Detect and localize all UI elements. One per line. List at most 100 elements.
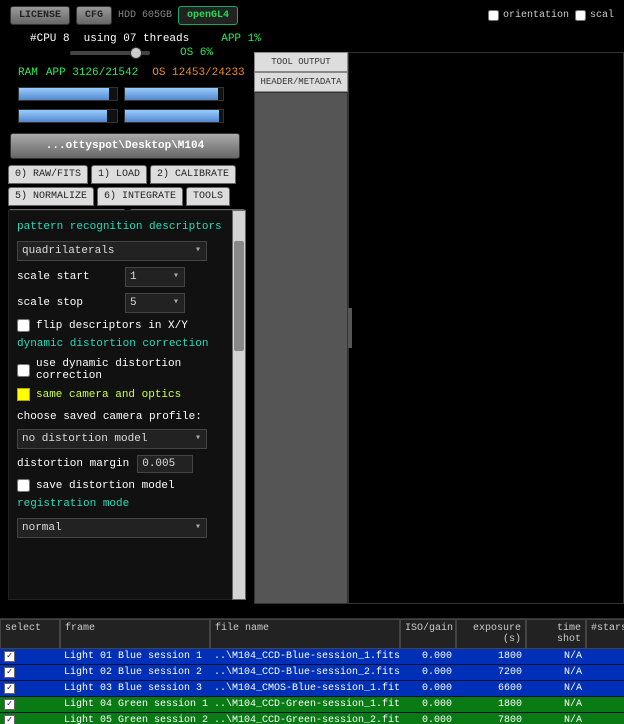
section-registration-mode: registration mode bbox=[17, 498, 225, 510]
usage-bar-3 bbox=[18, 109, 118, 123]
row-select-cell[interactable]: ✓ bbox=[0, 665, 60, 681]
same-camera-checkbox[interactable] bbox=[17, 388, 30, 401]
usage-bar-4 bbox=[124, 109, 224, 123]
flip-descriptors-checkbox[interactable] bbox=[17, 319, 30, 332]
use-dynamic-distortion-checkbox[interactable] bbox=[17, 364, 30, 377]
row-exposure: 1800 bbox=[456, 697, 526, 713]
tab-load[interactable]: 1) LOAD bbox=[91, 165, 147, 184]
row-frame: Light 03 Blue session 3 bbox=[60, 681, 210, 697]
row-exposure: 7200 bbox=[456, 665, 526, 681]
th-file[interactable]: file name bbox=[210, 619, 400, 649]
tab-raw-fits[interactable]: 0) RAW/FITS bbox=[8, 165, 88, 184]
save-distortion-label: save distortion model bbox=[36, 480, 175, 492]
tool-output-tab[interactable]: TOOL OUTPUT bbox=[254, 52, 348, 72]
tab-normalize[interactable]: 5) NORMALIZE bbox=[8, 187, 94, 206]
orientation-label: orientation bbox=[503, 10, 569, 21]
camera-profile-select[interactable]: no distortion model bbox=[17, 429, 207, 449]
orientation-input[interactable] bbox=[488, 10, 499, 21]
row-exposure: 6600 bbox=[456, 681, 526, 697]
distortion-margin-label: distortion margin bbox=[17, 458, 129, 470]
row-iso: 0.000 bbox=[400, 681, 456, 697]
scale-input[interactable] bbox=[575, 10, 586, 21]
preview-area[interactable] bbox=[348, 52, 624, 604]
row-exposure: 1800 bbox=[456, 649, 526, 665]
row-frame: Light 01 Blue session 1 bbox=[60, 649, 210, 665]
table-row[interactable]: ✓Light 02 Blue session 2..\M104_CCD-Blue… bbox=[0, 665, 624, 681]
scale-checkbox[interactable]: scal bbox=[575, 10, 614, 21]
tab-calibrate[interactable]: 2) CALIBRATE bbox=[150, 165, 236, 184]
scale-start-select[interactable]: 1 bbox=[125, 267, 185, 287]
distortion-margin-input[interactable] bbox=[137, 455, 193, 473]
row-time: N/A bbox=[526, 713, 586, 724]
threads-label: using 07 threads bbox=[84, 33, 190, 45]
panel-scrollbar[interactable] bbox=[232, 210, 246, 600]
row-select-cell[interactable]: ✓ bbox=[0, 713, 60, 724]
registration-mode-select[interactable]: normal bbox=[17, 518, 207, 538]
orientation-checkbox[interactable]: orientation bbox=[488, 10, 569, 21]
scale-stop-select[interactable]: 5 bbox=[125, 293, 185, 313]
th-stars[interactable]: #stars bbox=[586, 619, 624, 649]
register-panel: pattern recognition descriptors quadrila… bbox=[8, 210, 234, 600]
side-panel-filler bbox=[254, 92, 348, 604]
th-iso[interactable]: ISO/gain bbox=[400, 619, 456, 649]
ram-label: RAM bbox=[18, 67, 38, 79]
ram-app: APP 3126/21542 bbox=[46, 67, 138, 79]
row-file: ..\M104_CCD-Green-session_2.fits bbox=[210, 713, 400, 724]
row-select-cell[interactable]: ✓ bbox=[0, 697, 60, 713]
row-select-cell[interactable]: ✓ bbox=[0, 649, 60, 665]
same-camera-label: same camera and optics bbox=[36, 389, 181, 401]
app-cpu: APP 1% bbox=[221, 33, 261, 45]
choose-profile-label: choose saved camera profile: bbox=[17, 411, 225, 423]
row-stars bbox=[586, 665, 624, 681]
panel-scrollbar-thumb[interactable] bbox=[234, 241, 244, 351]
th-select[interactable]: select bbox=[0, 619, 60, 649]
row-time: N/A bbox=[526, 649, 586, 665]
row-stars bbox=[586, 713, 624, 724]
flip-descriptors-label: flip descriptors in X/Y bbox=[36, 320, 188, 332]
save-distortion-checkbox[interactable] bbox=[17, 479, 30, 492]
scale-label: scal bbox=[590, 10, 614, 21]
row-exposure: 7800 bbox=[456, 713, 526, 724]
threads-slider-thumb[interactable] bbox=[130, 47, 142, 59]
threads-slider[interactable] bbox=[70, 51, 150, 55]
row-file: ..\M104_CMOS-Blue-session_1.fits bbox=[210, 681, 400, 697]
row-frame: Light 02 Blue session 2 bbox=[60, 665, 210, 681]
opengl-button[interactable]: openGL4 bbox=[178, 6, 238, 25]
header-metadata-tab[interactable]: HEADER/METADATA bbox=[254, 72, 348, 92]
table-row[interactable]: ✓Light 03 Blue session 3..\M104_CMOS-Blu… bbox=[0, 681, 624, 697]
row-file: ..\M104_CCD-Blue-session_1.fits bbox=[210, 649, 400, 665]
ram-os: OS 12453/24233 bbox=[152, 67, 244, 79]
th-exposure[interactable]: exposure (s) bbox=[456, 619, 526, 649]
table-row[interactable]: ✓Light 04 Green session 1..\M104_CCD-Gre… bbox=[0, 697, 624, 713]
row-frame: Light 05 Green session 2 bbox=[60, 713, 210, 724]
preview-splitter-handle[interactable] bbox=[348, 308, 352, 348]
scale-start-label: scale start bbox=[17, 271, 117, 283]
scale-stop-label: scale stop bbox=[17, 297, 117, 309]
path-bar[interactable]: ...ottyspot\Desktop\M104 bbox=[10, 133, 240, 159]
table-row[interactable]: ✓Light 01 Blue session 1..\M104_CCD-Blue… bbox=[0, 649, 624, 665]
cfg-button[interactable]: CFG bbox=[76, 6, 112, 25]
tab-tools[interactable]: TOOLS bbox=[186, 187, 230, 206]
usage-bar-1 bbox=[18, 87, 118, 101]
usage-bar-2 bbox=[124, 87, 224, 101]
row-file: ..\M104_CCD-Blue-session_2.fits bbox=[210, 665, 400, 681]
hdd-label: HDD 605GB bbox=[118, 10, 172, 21]
row-iso: 0.000 bbox=[400, 713, 456, 724]
use-dynamic-distortion-label: use dynamic distortion correction bbox=[36, 358, 225, 382]
tab-integrate[interactable]: 6) INTEGRATE bbox=[97, 187, 183, 206]
descriptor-shape-select[interactable]: quadrilaterals bbox=[17, 241, 207, 261]
row-iso: 0.000 bbox=[400, 649, 456, 665]
row-frame: Light 04 Green session 1 bbox=[60, 697, 210, 713]
table-row[interactable]: ✓Light 05 Green session 2..\M104_CCD-Gre… bbox=[0, 713, 624, 724]
section-pattern-recognition: pattern recognition descriptors bbox=[17, 221, 225, 233]
th-frame[interactable]: frame bbox=[60, 619, 210, 649]
frames-table: select frame file name ISO/gain exposure… bbox=[0, 618, 624, 724]
row-iso: 0.000 bbox=[400, 697, 456, 713]
row-time: N/A bbox=[526, 665, 586, 681]
row-time: N/A bbox=[526, 681, 586, 697]
license-button[interactable]: LICENSE bbox=[10, 6, 70, 25]
row-select-cell[interactable]: ✓ bbox=[0, 681, 60, 697]
th-time[interactable]: time shot bbox=[526, 619, 586, 649]
row-time: N/A bbox=[526, 697, 586, 713]
cpu-count: #CPU 8 bbox=[30, 33, 70, 45]
